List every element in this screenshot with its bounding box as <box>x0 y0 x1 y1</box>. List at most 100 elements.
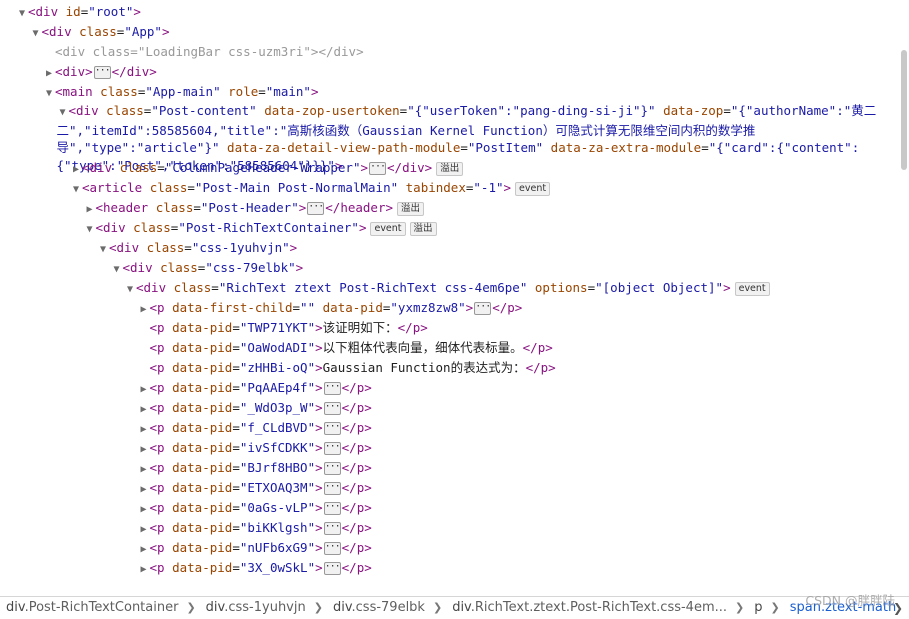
expand-triangle-icon[interactable]: ▶ <box>138 540 150 560</box>
dom-node-row[interactable]: ▶ <header class="Post-Header"> ··· </header… <box>84 198 425 218</box>
node-open-tag: <p data-pid="0aGs-vLP"> <box>149 500 323 515</box>
node-open-tag: <p data-first-child="" data-pid="yxmz8zw… <box>149 300 474 315</box>
expand-triangle-icon[interactable]: ▶ <box>138 420 150 440</box>
dom-node-row[interactable]: ▼ <div class="css-79elbk"> <box>111 258 304 280</box>
node-close-tag: </p> <box>341 500 372 515</box>
collapse-triangle-icon[interactable]: ▼ <box>57 104 69 122</box>
expand-ellipsis-button[interactable]: ··· <box>323 462 341 475</box>
breadcrumb-item[interactable]: p <box>748 597 766 619</box>
node-close-tag: </p> <box>341 420 372 435</box>
vertical-scrollbar[interactable] <box>901 50 907 170</box>
collapse-triangle-icon[interactable]: ▼ <box>111 260 123 280</box>
breadcrumb-item[interactable]: div.css-79elbk <box>327 597 429 619</box>
dom-node-row[interactable]: ▼ <div class="css-1yuhvjn"> <box>97 238 297 258</box>
dom-node-row[interactable]: ▼ <div class="Post-RichTextContainer"> eve… <box>84 218 437 238</box>
dom-node-row[interactable]: ▶ <p data-pid="PqAAEp4f"> ··· </p> <box>138 378 372 398</box>
breadcrumb-item[interactable]: div.RichText.ztext.Post-RichText.css-4em… <box>446 597 731 619</box>
expand-ellipsis-button[interactable]: ··· <box>323 482 341 495</box>
expand-ellipsis-button[interactable]: ··· <box>307 202 324 215</box>
node-open-tag: <div class="css-1yuhvjn"> <box>109 240 298 255</box>
dom-node-row[interactable]: ▶ <div> ··· </div> <box>43 62 157 82</box>
event-badge[interactable]: event <box>734 281 770 296</box>
overflow-badge[interactable]: 溢出 <box>409 221 437 236</box>
node-open-tag: <p data-pid="ETXOAQ3M"> <box>149 480 323 495</box>
collapse-triangle-icon[interactable]: ▼ <box>16 4 28 24</box>
expand-ellipsis-button[interactable]: ··· <box>93 66 111 79</box>
node-open-tag: <div class="App"> <box>41 24 170 39</box>
collapse-triangle-icon[interactable]: ▼ <box>43 84 55 104</box>
collapse-triangle-icon[interactable]: ▼ <box>70 180 82 200</box>
collapse-triangle-icon[interactable]: ▼ <box>30 24 42 44</box>
expand-triangle-icon[interactable]: ▶ <box>138 400 150 420</box>
node-close-tag: </p> <box>341 440 372 455</box>
expand-triangle-icon[interactable]: ▶ <box>138 560 150 580</box>
expand-triangle-icon[interactable]: ▶ <box>43 64 55 84</box>
dom-node-row[interactable]: <div class="LoadingBar css-uzm3ri"></div… <box>43 42 364 62</box>
node-open-tag: <div> <box>55 64 93 79</box>
overflow-badge[interactable]: 溢出 <box>397 201 425 216</box>
expand-ellipsis-button[interactable]: ··· <box>323 562 341 575</box>
node-close-tag: </p> <box>341 460 372 475</box>
expand-triangle-icon[interactable]: ▶ <box>138 500 150 520</box>
expand-ellipsis-button[interactable]: ··· <box>369 162 386 175</box>
dom-node-row[interactable]: ▼ <main class="App-main" role="main"> <box>43 82 318 102</box>
expand-ellipsis-button[interactable]: ··· <box>474 302 491 315</box>
dom-node-row[interactable]: ▶ <p data-pid="BJrf8HBO"> ··· </p> <box>138 458 372 478</box>
collapse-triangle-icon[interactable]: ▼ <box>84 220 96 240</box>
collapse-triangle-icon[interactable]: ▼ <box>124 280 136 300</box>
dom-node-row[interactable]: ▶ <p data-pid="nUFb6xG9"> ··· </p> <box>138 538 372 558</box>
dom-node-row[interactable]: ▶ <p data-pid="_WdO3p_W"> ··· </p> <box>138 398 372 418</box>
dom-node-row[interactable]: ▶ <p data-pid="3X_0wSkL"> ··· </p> <box>138 558 372 578</box>
expand-triangle-icon[interactable]: ▶ <box>138 440 150 460</box>
expand-ellipsis-button[interactable]: ··· <box>323 502 341 515</box>
dom-node-row[interactable]: ▶ <p data-pid="ETXOAQ3M"> ··· </p> <box>138 478 372 498</box>
dom-node-row[interactable]: ▶ <p data-pid="f_CLdBVD"> ··· </p> <box>138 418 372 438</box>
dom-node-row[interactable]: ▼ <div class="RichText ztext Post-RichTex… <box>124 278 770 298</box>
node-open-tag: <header class="Post-Header"> <box>95 200 307 215</box>
expand-ellipsis-button[interactable]: ··· <box>323 402 341 415</box>
node-open-tag: <main class="App-main" role="main"> <box>55 84 319 99</box>
event-badge[interactable]: event <box>515 181 551 196</box>
dom-node-row[interactable]: ▶ <p data-pid="biKKlgsh"> ··· </p> <box>138 518 372 538</box>
expand-ellipsis-button[interactable]: ··· <box>323 422 341 435</box>
expand-triangle-icon[interactable]: ▶ <box>84 200 96 220</box>
dom-node-row[interactable]: ▶ <p data-pid="ivSfCDKK"> ··· </p> <box>138 438 372 458</box>
dom-node-row[interactable]: ▶ <p data-pid="0aGs-vLP"> ··· </p> <box>138 498 372 518</box>
breadcrumb-bar: div.Post-RichTextContainer ❯ div.css-1yuhv… <box>0 596 909 619</box>
breadcrumb-chevron-icon: ❯ <box>186 601 196 614</box>
breadcrumb-chevron-icon: ❯ <box>735 601 745 614</box>
node-open-tag: <p data-pid="ivSfCDKK"> <box>149 440 323 455</box>
dom-node-row[interactable]: ▼ <article class="Post-Main Post-NormalMa… <box>70 178 551 200</box>
dom-node-row[interactable]: <p data-pid="TWP71YKT">该证明如下：</p> <box>138 318 428 338</box>
collapse-triangle-icon[interactable]: ▼ <box>97 240 109 260</box>
expand-ellipsis-button[interactable]: ··· <box>323 382 341 395</box>
expand-triangle-icon[interactable]: ▶ <box>138 300 150 320</box>
dom-node-row[interactable]: ▼ <div class="App"> <box>30 22 170 44</box>
expand-triangle-icon[interactable]: ▶ <box>138 460 150 480</box>
expand-ellipsis-button[interactable]: ··· <box>323 522 341 535</box>
expand-ellipsis-button[interactable]: ··· <box>323 542 341 555</box>
node-close-tag: </p> <box>525 360 556 375</box>
dom-tree[interactable]: ▼ <div id="root"> ▼ <div class="App"> <div c… <box>0 0 900 596</box>
node-open-tag: <p data-pid="PqAAEp4f"> <box>149 380 323 395</box>
expand-triangle-icon[interactable]: ▶ <box>70 160 82 180</box>
expand-triangle-icon[interactable]: ▶ <box>138 380 150 400</box>
breadcrumb-item[interactable]: div.css-1yuhvjn <box>200 597 310 619</box>
breadcrumb-item[interactable]: div.Post-RichTextContainer <box>0 597 182 619</box>
dom-node-row[interactable]: <p data-pid="OaWodADI">以下粗体代表向量，细体代表标量。<… <box>138 338 553 358</box>
expand-triangle-icon[interactable]: ▶ <box>138 520 150 540</box>
dom-node-row[interactable]: ▼ <div id="root"> <box>16 2 141 22</box>
dom-node-row[interactable]: ▶ <p data-first-child="" data-pid="yxmz8z… <box>138 298 523 320</box>
overflow-badge[interactable]: 溢出 <box>436 161 464 176</box>
event-badge[interactable]: event <box>370 221 406 236</box>
node-open-tag: <p data-pid="TWP71YKT"> <box>149 320 323 335</box>
expand-triangle-icon[interactable]: ▶ <box>138 480 150 500</box>
node-open-tag: <div class="RichText ztext Post-RichText… <box>136 280 731 295</box>
node-close-tag: </p> <box>492 300 523 315</box>
node-open-tag: <div class="css-79elbk"> <box>122 260 304 275</box>
node-open-tag: <article class="Post-Main Post-NormalMai… <box>82 180 512 195</box>
dom-node-row[interactable]: ▶ <div class="ColumnPageHeader-Wrapper"> ·… <box>70 158 464 180</box>
dom-node-row[interactable]: <p data-pid="zHHBi-oQ">Gaussian Function… <box>138 358 556 378</box>
expand-ellipsis-button[interactable]: ··· <box>323 442 341 455</box>
node-open-tag: <div id="root"> <box>28 4 141 19</box>
